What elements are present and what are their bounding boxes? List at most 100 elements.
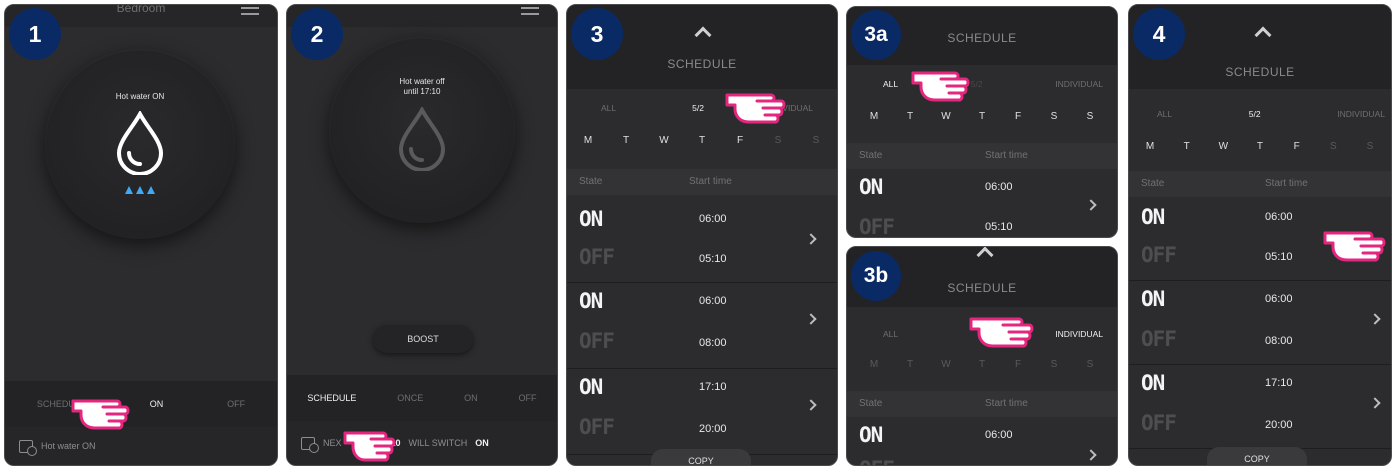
entry-on-label: ON <box>579 375 603 399</box>
entry-on-time: 06:00 <box>1265 211 1293 223</box>
hot-water-dial[interactable]: Hot water ON <box>45 49 235 239</box>
panel-2: 2 Hot water off until 17:10 BOOST SCHEDU… <box>286 4 558 466</box>
chevron-up-icon[interactable] <box>1254 26 1272 44</box>
chevron-right-icon[interactable] <box>1369 313 1381 325</box>
day-mon[interactable]: M <box>867 359 881 370</box>
column-header: State Start time <box>1129 171 1391 197</box>
entry-off-label: OFF <box>1141 411 1177 435</box>
day-sat[interactable]: S <box>1047 359 1061 370</box>
day-sun[interactable]: S <box>1363 141 1377 152</box>
footer-status-text: Hot water ON <box>41 441 96 451</box>
chevron-up-icon[interactable] <box>976 247 994 264</box>
schedule-entry[interactable]: ON 06:00 OFF 08:00 <box>1129 281 1391 365</box>
day-wed[interactable]: W <box>657 135 671 146</box>
day-thu[interactable]: T <box>695 135 709 146</box>
schedule-tabs: ALL 5/2 INDIVIDUAL <box>1129 109 1391 119</box>
day-fri[interactable]: F <box>1290 141 1304 152</box>
entry-off-label: OFF <box>579 415 615 439</box>
chevron-right-icon[interactable] <box>805 313 817 325</box>
footer-next-prefix: NEX <box>323 438 342 448</box>
flame-icon <box>125 186 155 194</box>
mode-on[interactable]: ON <box>464 393 478 403</box>
tab-all[interactable]: ALL <box>883 79 898 89</box>
day-sun[interactable]: S <box>809 135 823 146</box>
chevron-right-icon[interactable] <box>1085 449 1097 461</box>
col-start-time: Start time <box>1265 178 1308 189</box>
mode-off[interactable]: OFF <box>227 399 245 409</box>
tab-individual[interactable]: INDIVIDUAL <box>1055 329 1103 339</box>
entry-off-time: 08:00 <box>1265 335 1293 347</box>
calendar-clock-icon <box>19 439 37 456</box>
tab-all[interactable]: ALL <box>1157 109 1172 119</box>
day-mon[interactable]: M <box>581 135 595 146</box>
column-header: State Start time <box>847 143 1117 169</box>
schedule-title: SCHEDULE <box>667 57 737 71</box>
day-tue[interactable]: T <box>619 135 633 146</box>
day-sun[interactable]: S <box>1083 111 1097 122</box>
schedule-entry[interactable]: ON 17:10 OFF 20:00 <box>567 369 837 455</box>
day-sat[interactable]: S <box>1326 141 1340 152</box>
day-sat[interactable]: S <box>1047 111 1061 122</box>
day-thu[interactable]: T <box>1253 141 1267 152</box>
footer-next-state: ON <box>475 438 489 448</box>
day-row: M T W T F S S <box>1129 141 1391 152</box>
pointer-hand-icon <box>1323 231 1386 262</box>
chevron-up-icon[interactable] <box>694 26 712 44</box>
entry-on-label: ON <box>579 289 603 313</box>
day-wed[interactable]: W <box>939 359 953 370</box>
entry-on-time: 17:10 <box>1265 377 1293 389</box>
step-badge: 3a <box>851 10 901 60</box>
day-sun[interactable]: S <box>1083 359 1097 370</box>
footer-will-switch: WILL SWITCH <box>408 438 468 448</box>
entry-off-time: 20:00 <box>1265 419 1293 431</box>
schedule-title: SCHEDULE <box>1225 65 1295 79</box>
chevron-right-icon[interactable] <box>805 399 817 411</box>
step-badge: 4 <box>1133 8 1185 60</box>
tab-5-2[interactable]: 5/2 <box>692 103 704 113</box>
schedule-entry[interactable]: ON 06:00 OFF 08:00 <box>567 283 837 369</box>
entry-on-label: ON <box>859 423 883 447</box>
schedule-entry[interactable]: ON 06:00 OFF 05:10 <box>847 169 1117 237</box>
day-mon[interactable]: M <box>867 111 881 122</box>
day-mon[interactable]: M <box>1143 141 1157 152</box>
mode-schedule[interactable]: SCHEDULE <box>307 393 356 403</box>
copy-button[interactable]: COPY <box>1207 447 1307 465</box>
entry-on-label: ON <box>859 175 883 199</box>
column-header: State Start time <box>847 391 1117 417</box>
tab-individual[interactable]: INDIVIDUAL <box>1337 109 1385 119</box>
menu-icon[interactable] <box>241 7 259 15</box>
day-tue[interactable]: T <box>903 359 917 370</box>
mode-once[interactable]: ONCE <box>397 393 423 403</box>
day-tue[interactable]: T <box>1180 141 1194 152</box>
pointer-hand-icon <box>725 93 786 124</box>
menu-icon[interactable] <box>521 7 539 15</box>
schedule-tabs: ALL 5/2 INDIVIDUAL <box>847 79 1117 89</box>
schedule-entry[interactable]: ON 17:10 OFF 20:00 <box>1129 365 1391 449</box>
chevron-right-icon[interactable] <box>1369 397 1381 409</box>
day-wed[interactable]: W <box>1216 141 1230 152</box>
copy-button[interactable]: COPY <box>651 449 751 465</box>
column-header: State Start time <box>567 169 837 195</box>
tab-individual[interactable]: INDIVIDUAL <box>1055 79 1103 89</box>
hot-water-dial[interactable]: Hot water off until 17:10 <box>329 37 515 223</box>
tab-all[interactable]: ALL <box>601 103 616 113</box>
schedule-entry[interactable]: ON 06:00 OFF <box>847 417 1117 465</box>
entry-on-time: 06:00 <box>985 181 1013 193</box>
chevron-right-icon[interactable] <box>1085 199 1097 211</box>
tab-5-2[interactable]: 5/2 <box>1249 109 1261 119</box>
day-row: M T W T F S S <box>847 111 1117 122</box>
water-drop-icon <box>116 111 164 175</box>
chevron-right-icon[interactable] <box>805 233 817 245</box>
step-badge: 2 <box>291 8 343 60</box>
day-fri[interactable]: F <box>1011 111 1025 122</box>
schedule-entry[interactable]: ON 06:00 OFF 05:10 <box>567 197 837 283</box>
schedule-tabs: ALL 5/2 IVIDUAL <box>567 103 837 113</box>
col-state: State <box>579 176 603 187</box>
pointer-hand-icon <box>343 431 396 462</box>
tab-all[interactable]: ALL <box>883 329 898 339</box>
boost-button[interactable]: BOOST <box>373 325 473 353</box>
pointer-hand-icon <box>911 71 970 102</box>
mode-off[interactable]: OFF <box>519 393 537 403</box>
entry-on-time: 06:00 <box>699 295 727 307</box>
pointer-hand-icon <box>969 317 1034 348</box>
